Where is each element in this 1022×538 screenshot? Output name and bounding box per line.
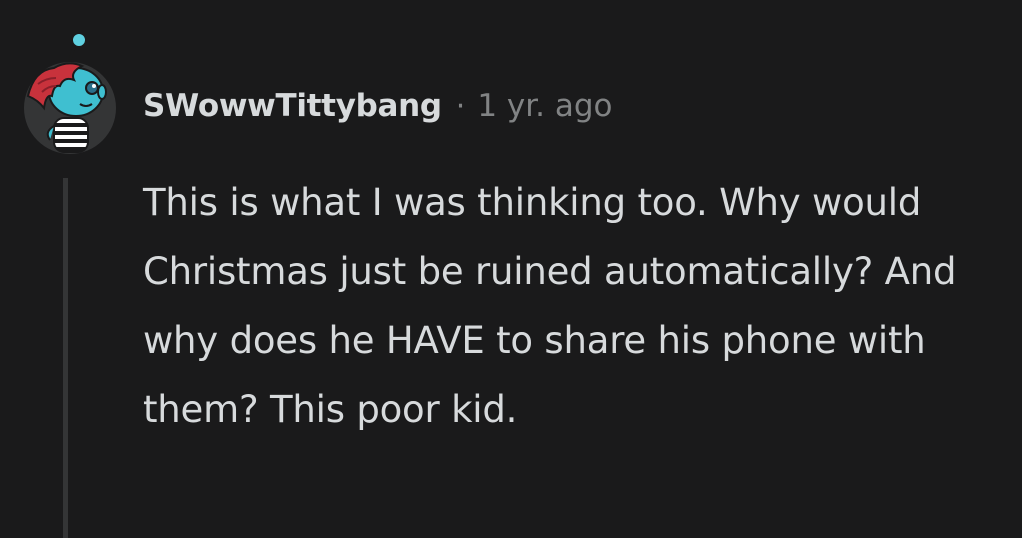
comment-meta: SWowwTittybang · 1 yr. ago: [143, 84, 613, 128]
thread-collapse-line[interactable]: [63, 178, 68, 538]
author-username[interactable]: SWowwTittybang: [143, 88, 442, 124]
comment-body: This is what I was thinking too. Why wou…: [143, 181, 957, 431]
comment: SWowwTittybang · 1 yr. ago This is what …: [0, 0, 1022, 538]
meta-separator: ·: [455, 88, 466, 124]
comment-timestamp[interactable]: 1 yr. ago: [477, 88, 612, 124]
snoo-avatar-icon[interactable]: [24, 34, 116, 154]
